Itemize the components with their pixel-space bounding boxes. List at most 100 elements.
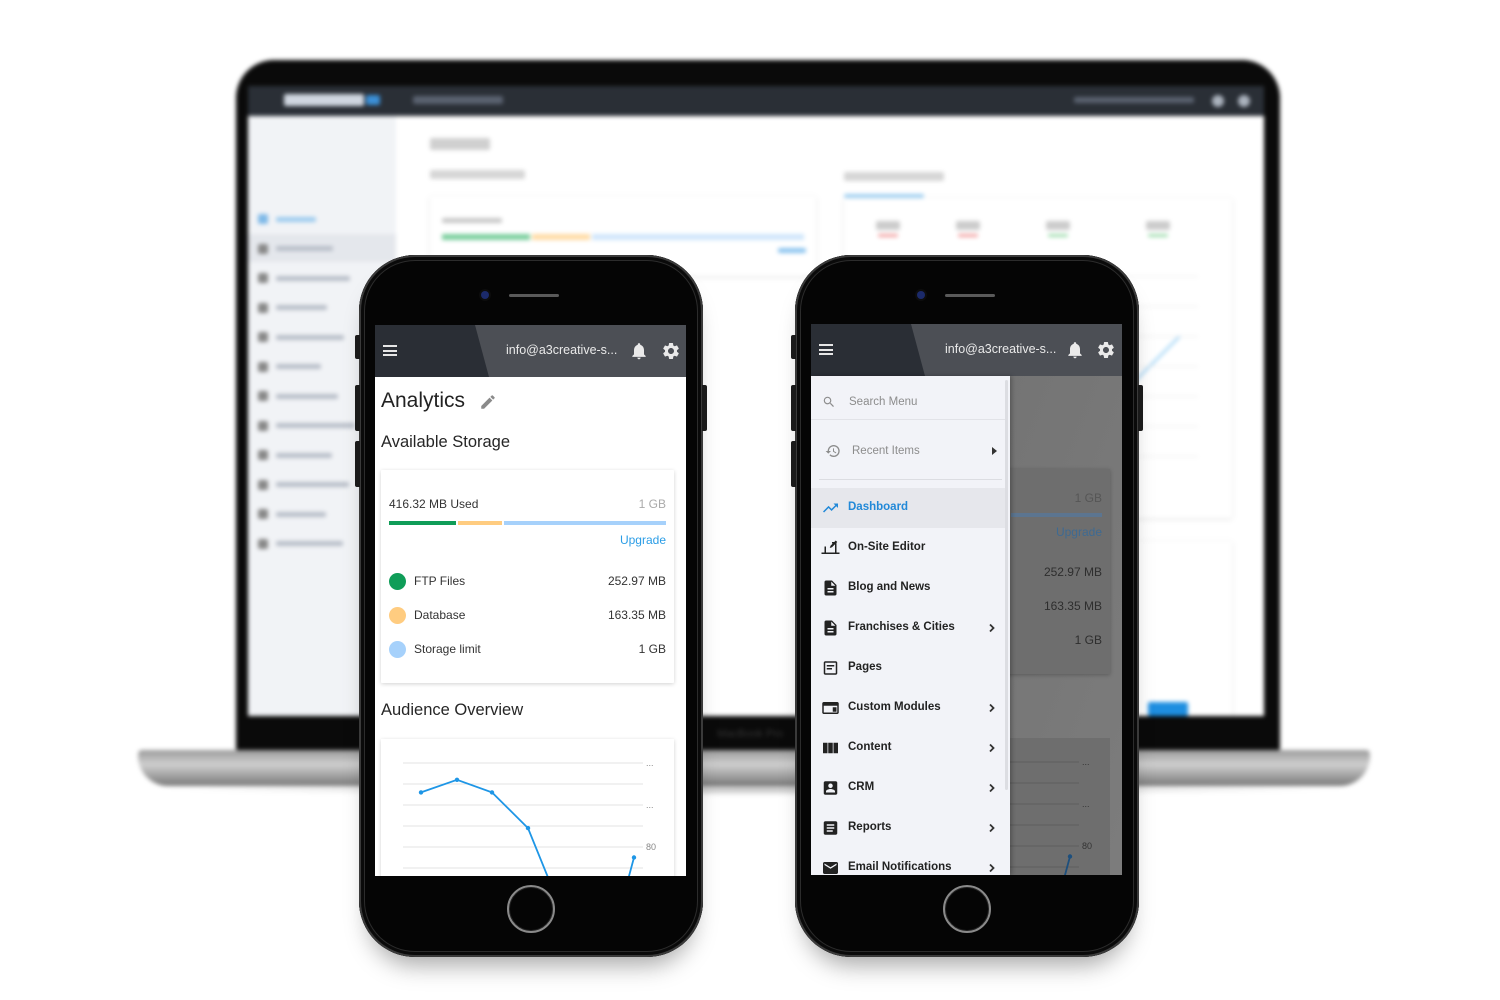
menu-item-label: Blog and News — [848, 581, 931, 593]
data-point[interactable] — [454, 777, 460, 782]
volume-down-button — [791, 441, 796, 487]
upgrade-link[interactable]: Upgrade — [620, 533, 666, 547]
power-button — [702, 385, 707, 431]
chevron-right-icon — [989, 863, 995, 873]
limit-label: 1 GB — [638, 497, 666, 511]
menu-item-email-notifications[interactable]: Email Notifications — [811, 848, 1005, 875]
page-title: Analytics — [381, 389, 466, 412]
search-menu-input[interactable]: Search Menu — [811, 376, 1005, 420]
y-tick-label: ... — [646, 758, 654, 768]
laptop-sidebar-item — [258, 391, 338, 401]
menu-item-label: Content — [848, 741, 892, 753]
hamburger-icon[interactable] — [819, 344, 833, 355]
module-icon — [822, 702, 839, 714]
data-point[interactable] — [525, 825, 531, 831]
bell-icon — [1212, 95, 1224, 107]
data-point[interactable] — [631, 855, 637, 860]
legend-row-storage-limit: Storage limit 1 GB — [389, 641, 666, 659]
laptop-sidebar-item — [258, 538, 343, 549]
app-bar: info@a3creative-s... — [375, 325, 686, 377]
data-point[interactable] — [418, 790, 424, 795]
logo-accent — [366, 95, 380, 105]
history-icon — [825, 445, 840, 457]
laptop-email — [1074, 97, 1194, 103]
legend-name: FTP Files — [414, 574, 466, 588]
audience-section-title: Audience Overview — [381, 701, 524, 719]
legend-value: 1 GB — [638, 642, 666, 656]
menu-item-label: On-Site Editor — [848, 541, 926, 553]
phone-screen: info@a3creative-s... 1 GB Upgrade 252.97… — [811, 324, 1122, 875]
legend-row-database: Database 163.35 MB — [389, 607, 666, 625]
bell-icon[interactable] — [1065, 340, 1085, 360]
drawer-divider — [819, 479, 1002, 480]
menu-item-label: Email Notifications — [848, 861, 952, 873]
chevron-right-icon — [989, 703, 995, 713]
storage-progress-bar — [389, 521, 666, 525]
chevron-right-icon — [989, 783, 995, 793]
menu-item-on-site-editor[interactable]: On-Site Editor — [811, 528, 1005, 568]
caret-right-icon — [992, 447, 997, 455]
drawer-scrollbar[interactable] — [1005, 380, 1008, 790]
menu-item-content[interactable]: Content — [811, 728, 1005, 768]
menu-item-custom-modules[interactable]: Custom Modules — [811, 688, 1005, 728]
account-email[interactable]: info@a3creative-s... — [945, 342, 1056, 356]
menu-item-franchises-cities[interactable]: Franchises & Cities — [811, 608, 1005, 648]
report-icon — [823, 821, 838, 835]
front-camera — [917, 291, 925, 299]
laptop-sidebar-item — [258, 214, 316, 224]
storage-bar-segment-ftp-files — [389, 521, 457, 525]
menu-item-label: Reports — [848, 821, 892, 833]
legend-name: Storage limit — [414, 642, 481, 656]
menu-item-crm[interactable]: CRM — [811, 768, 1005, 808]
earpiece-speaker — [945, 294, 995, 297]
account-email[interactable]: info@a3creative-s... — [506, 343, 617, 357]
used-label: 416.32 MB Used — [389, 497, 479, 511]
app-bar: info@a3creative-s... — [811, 324, 1122, 376]
columns-icon — [823, 742, 838, 754]
laptop-sidebar-item — [258, 420, 355, 431]
search-placeholder: Search Menu — [849, 396, 918, 408]
y-tick-label: ... — [1082, 799, 1090, 809]
menu-item-reports[interactable]: Reports — [811, 808, 1005, 848]
laptop-audience-title — [844, 172, 944, 181]
bell-icon[interactable] — [629, 341, 649, 361]
hamburger-icon[interactable] — [383, 345, 397, 356]
laptop-storage-title — [430, 170, 525, 179]
laptop-app-bar — [248, 86, 1264, 116]
home-button[interactable] — [507, 885, 555, 933]
laptop-sidebar-item — [258, 243, 333, 254]
storage-limit-color-dot — [389, 641, 406, 658]
legend-row-ftp: FTP Files 252.97 MB — [389, 573, 666, 591]
chevron-right-icon — [989, 623, 995, 633]
page-icon — [823, 661, 838, 675]
document-icon — [824, 620, 837, 636]
contact-icon — [823, 781, 838, 795]
trending-up-icon — [823, 503, 838, 513]
volume-up-button — [355, 385, 360, 431]
recent-items[interactable]: Recent Items — [811, 436, 1005, 466]
database-color-dot — [389, 607, 406, 624]
data-point[interactable] — [1067, 854, 1073, 859]
alpine-logo — [284, 94, 364, 106]
menu-item-pages[interactable]: Pages — [811, 648, 1005, 688]
menu-item-label: Dashboard — [848, 501, 909, 513]
pencil-icon[interactable] — [479, 393, 497, 411]
gear-icon[interactable] — [661, 341, 681, 361]
laptop-sidebar-item — [258, 479, 349, 490]
laptop-sidebar-item — [258, 450, 332, 460]
legend-name: Database — [414, 608, 466, 622]
laptop-blue-button — [1148, 702, 1188, 716]
mute-switch — [355, 335, 360, 359]
menu-item-blog-and-news[interactable]: Blog and News — [811, 568, 1005, 608]
home-button[interactable] — [943, 885, 991, 933]
data-point[interactable] — [489, 790, 495, 795]
gear-icon[interactable] — [1096, 340, 1116, 360]
laptop-sidebar-item — [258, 302, 327, 313]
legend-value: 252.97 MB — [607, 574, 666, 588]
laptop-sidebar-item — [258, 509, 326, 519]
laptop-sidebar-item — [258, 273, 350, 283]
storage-bar-segment-remaining — [504, 521, 666, 525]
volume-down-button — [355, 441, 360, 487]
menu-item-dashboard[interactable]: Dashboard — [811, 488, 1005, 528]
gear-icon — [1238, 95, 1250, 107]
